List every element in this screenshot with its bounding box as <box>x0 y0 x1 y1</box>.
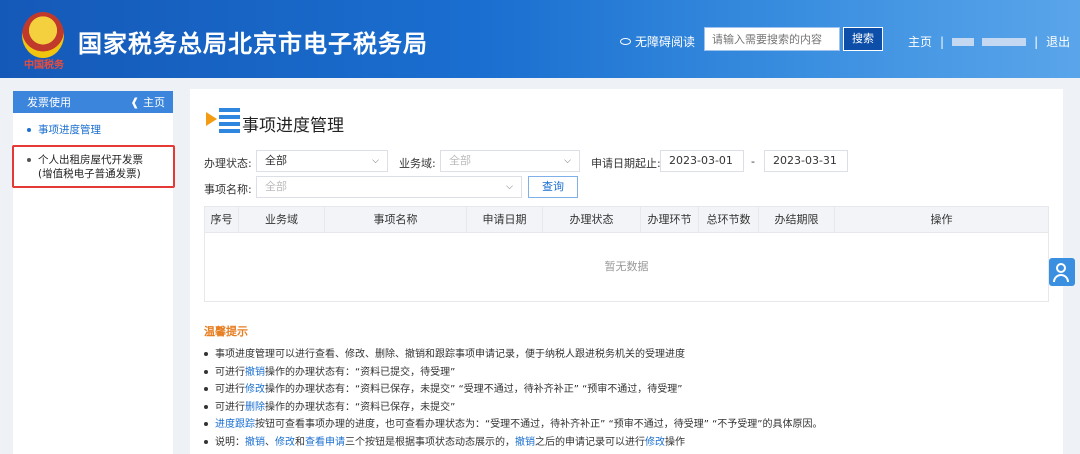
column-header: 事项名称 <box>325 207 467 232</box>
item-name-select[interactable]: 全部 ⌵ <box>256 176 522 198</box>
date-end-input[interactable]: 2023-03-31 <box>764 150 848 172</box>
site-title[interactable]: 国家税务总局北京市电子税务局 <box>78 24 428 59</box>
column-header: 总环节数 <box>699 207 759 232</box>
column-header: 办理环节 <box>641 207 699 232</box>
tax-emblem-icon <box>22 12 64 58</box>
column-header: 办结期限 <box>759 207 835 232</box>
column-header: 申请日期 <box>467 207 543 232</box>
logout-link[interactable]: 退出 <box>1046 33 1070 50</box>
column-header: 操作 <box>930 213 953 226</box>
date-dash: - <box>751 155 755 168</box>
date-range-label: 申请日期起止: <box>591 157 661 170</box>
status-label: 办理状态: <box>204 157 252 170</box>
progress-table: 序号 业务域 事项名称 申请日期 办理状态 办理环节 总环节数 办结期限 操作 … <box>204 206 1049 302</box>
home-link[interactable]: 主页 <box>908 33 932 50</box>
column-header: 办理状态 <box>543 207 641 232</box>
sidebar-title: 发票使用 <box>27 96 71 109</box>
eye-icon <box>620 38 631 45</box>
customer-service-button[interactable] <box>1049 258 1075 286</box>
user-icon <box>1056 263 1066 273</box>
nav-separator: | <box>940 34 945 49</box>
back-arrow-icon: ❰ <box>130 96 140 109</box>
tip-item: 可进行撤销操作的办理状态有：“资料已提交，待受理” <box>204 364 1049 382</box>
accessibility-label: 无障碍阅读 <box>635 35 696 49</box>
chevron-down-icon: ⌵ <box>506 182 513 192</box>
masked-user-name <box>982 37 1027 46</box>
tips-list: 事项进度管理可以进行查看、修改、删除、撤销和跟踪事项申请记录，便于纳税人跟进税务… <box>204 346 1049 452</box>
column-header: 序号 <box>205 207 239 232</box>
top-nav: 主页 | | 退出 <box>908 33 1070 50</box>
tip-item: 可进行删除操作的办理状态有：“资料已保存，未提交” <box>204 399 1049 417</box>
nav-separator: | <box>1034 34 1039 49</box>
accessibility-link[interactable]: 无障碍阅读 <box>620 33 695 50</box>
date-start-input[interactable]: 2023-03-01 <box>660 150 744 172</box>
column-header: 业务域 <box>239 207 325 232</box>
page-title: 事项进度管理 <box>242 116 344 136</box>
sidebar-home-link[interactable]: ❰ 主页 <box>130 94 165 110</box>
chevron-down-icon: ⌵ <box>564 156 571 166</box>
domain-select[interactable]: 全部 ⌵ <box>440 150 580 172</box>
tip-item: 说明：撤销、修改和查看申请三个按钮是根据事项状态动态展示的，撤销之后的申请记录可… <box>204 434 1049 452</box>
main-panel: 事项进度管理 办理状态: 全部 ⌵ 业务域: 全部 ⌵ 申请日期起止: 2023-0… <box>190 89 1063 454</box>
emblem-text: 中国税务 <box>24 60 64 71</box>
tips-title: 温馨提示 <box>204 325 248 338</box>
highlight-annotation <box>12 145 175 188</box>
search-input[interactable] <box>704 27 840 51</box>
tip-item: 事项进度管理可以进行查看、修改、删除、撤销和跟踪事项申请记录，便于纳税人跟进税务… <box>204 346 1049 364</box>
chevron-down-icon: ⌵ <box>372 156 379 166</box>
table-header: 序号 业务域 事项名称 申请日期 办理状态 办理环节 总环节数 办结期限 操作 <box>205 207 1048 233</box>
query-button[interactable]: 查询 <box>528 176 578 198</box>
status-select[interactable]: 全部 ⌵ <box>256 150 388 172</box>
sidebar-header: 发票使用 ❰ 主页 <box>13 91 173 113</box>
sidebar-item-progress[interactable]: 事项进度管理 <box>27 123 101 137</box>
tip-item: 可进行修改操作的办理状态有：“资料已保存，未提交” “受理不通过，待补齐补正” … <box>204 381 1049 399</box>
search-button[interactable]: 搜索 <box>843 27 883 51</box>
bullet-icon <box>27 128 31 132</box>
domain-label: 业务域: <box>399 157 436 170</box>
empty-state: 暂无数据 <box>604 260 649 273</box>
list-icon <box>206 108 240 133</box>
tip-item: 进度跟踪按钮可查看事项办理的进度，也可查看办理状态为：“受理不通过，待补齐补正”… <box>204 416 1049 434</box>
item-name-label: 事项名称: <box>204 183 252 196</box>
masked-user-info <box>952 37 975 46</box>
site-header: 中国税务 国家税务总局北京市电子税务局 无障碍阅读 搜索 主页 | | 退出 <box>0 0 1080 78</box>
